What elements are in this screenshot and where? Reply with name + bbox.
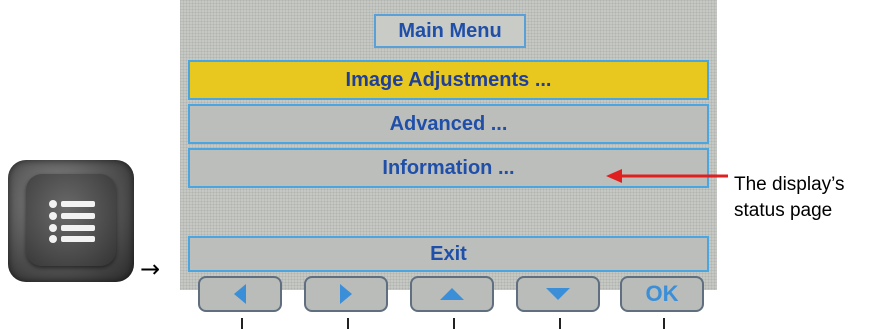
annotation-text: The display’s status page [734,172,893,224]
tick-mark [347,318,349,329]
menu-item-exit[interactable]: Exit [188,236,709,272]
pointer-arrow: → [140,255,161,283]
right-arrow-icon [340,284,352,304]
menu-title: Main Menu [374,14,526,48]
ok-label: OK [645,281,679,306]
tick-mark [241,318,243,329]
tick-mark [453,318,455,329]
up-arrow-icon [440,288,464,300]
menu-key-face [26,174,116,266]
menu-item-image-adjustments[interactable]: Image Adjustments ... [188,60,709,100]
annotation-arrow [606,169,728,183]
ok-button[interactable]: OK [620,276,704,312]
left-button[interactable] [198,276,282,312]
tick-mark [663,318,665,329]
tick-mark [559,318,561,329]
down-arrow-icon [546,288,570,300]
left-arrow-icon [234,284,246,304]
menu-hardware-key[interactable] [8,160,134,282]
right-button[interactable] [304,276,388,312]
down-button[interactable] [516,276,600,312]
annotation-line-2: status page [734,200,833,221]
annotation-line-1: The display’s [734,174,845,195]
display-screen: Main Menu Image Adjustments ... Advanced… [180,0,717,312]
up-button[interactable] [410,276,494,312]
menu-item-advanced[interactable]: Advanced ... [188,104,709,144]
list-icon [49,200,95,243]
